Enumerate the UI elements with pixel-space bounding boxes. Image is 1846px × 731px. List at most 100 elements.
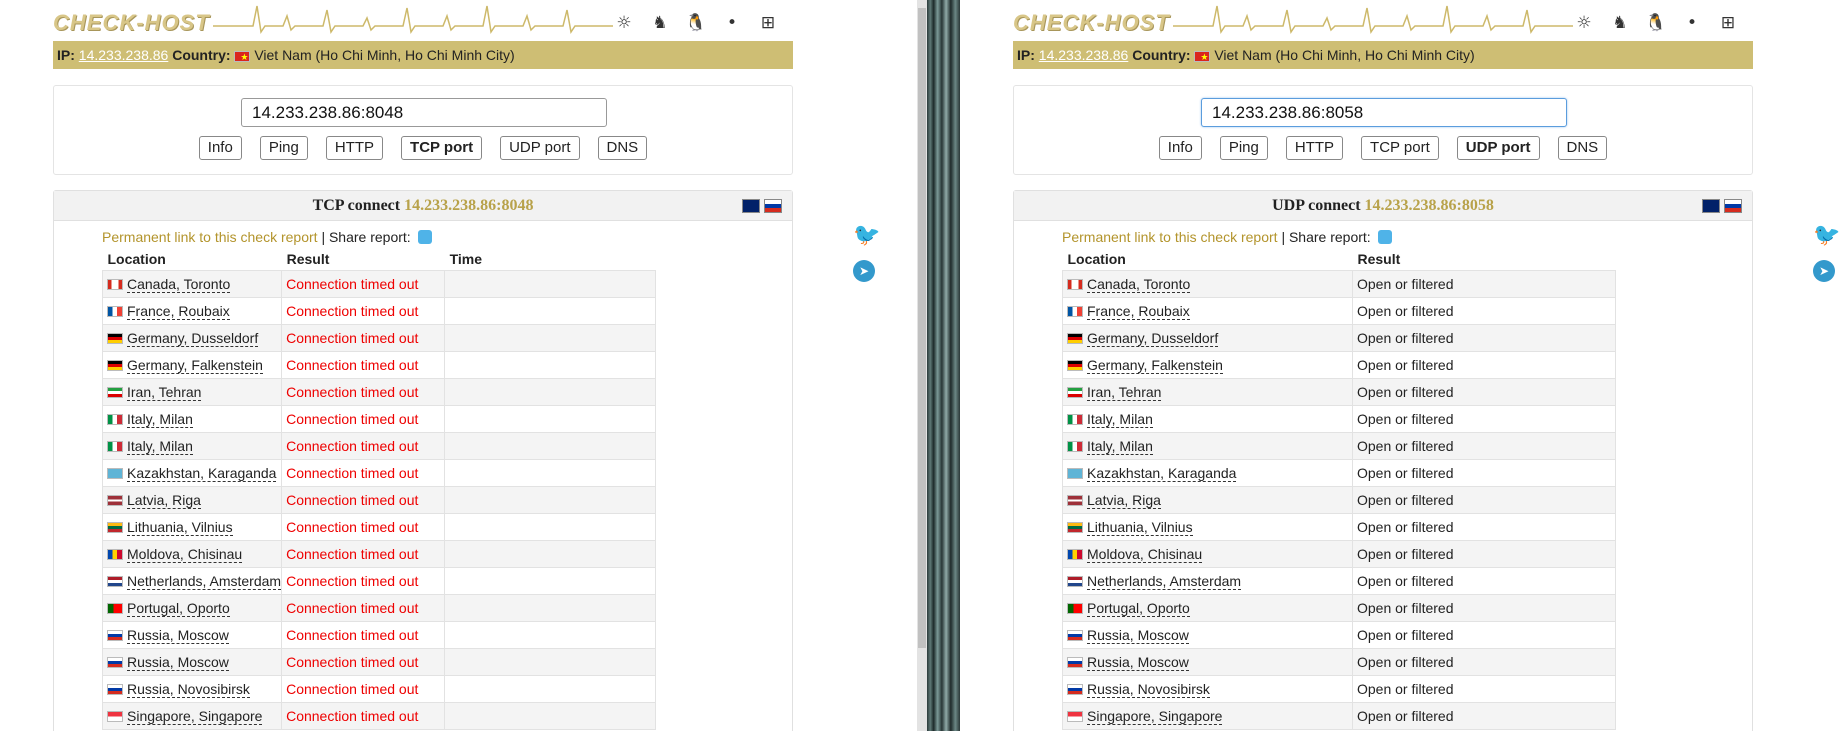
location-link[interactable]: France, Roubaix: [1087, 302, 1190, 320]
location-link[interactable]: Singapore, Singapore: [1087, 707, 1223, 725]
windows-icon[interactable]: ⊞: [1717, 12, 1739, 34]
location-link[interactable]: Italy, Milan: [127, 410, 193, 428]
http-button[interactable]: HTTP: [1285, 136, 1344, 160]
dns-button[interactable]: DNS: [597, 136, 648, 160]
telegram-icon[interactable]: ➤: [1813, 260, 1835, 282]
location-link[interactable]: Moldova, Chisinau: [1087, 545, 1203, 563]
twitter-icon[interactable]: 🐦: [853, 225, 880, 247]
column-header-location: Location: [107, 250, 166, 267]
english-flag-icon[interactable]: [1702, 199, 1720, 213]
pulse-line-decoration: [1173, 5, 1573, 35]
location-link[interactable]: Kazakhstan, Karaganda: [127, 464, 277, 482]
location-link[interactable]: Latvia, Riga: [1087, 491, 1161, 509]
ping-button[interactable]: Ping: [259, 136, 308, 160]
globe-icon[interactable]: ☼: [613, 12, 635, 34]
lv-flag-icon: [1067, 495, 1083, 507]
location-cell: Canada, Toronto: [101, 269, 283, 298]
tcp-port-button[interactable]: TCP port: [401, 136, 483, 160]
info-button[interactable]: Info: [198, 136, 242, 160]
location-link[interactable]: Germany, Dusseldorf: [127, 329, 259, 347]
udp-port-button[interactable]: UDP port: [500, 136, 580, 160]
location-link[interactable]: Canada, Toronto: [127, 275, 231, 293]
results-table: Location Result Time Canada, Toronto Connec…: [101, 248, 657, 730]
location-link[interactable]: Italy, Milan: [1087, 437, 1153, 455]
location-link[interactable]: Portugal, Oporto: [1087, 599, 1190, 617]
location-link[interactable]: Germany, Falkenstein: [1087, 356, 1223, 374]
location-link[interactable]: Italy, Milan: [1087, 410, 1153, 428]
location-cell: Russia, Novosibirsk: [1062, 674, 1353, 703]
http-button[interactable]: HTTP: [325, 136, 384, 160]
os-icons: ☼ ♞ 🐧 • ⊞: [1573, 12, 1739, 34]
globe-icon[interactable]: ☼: [1573, 12, 1595, 34]
telegram-icon[interactable]: ➤: [853, 260, 875, 282]
location-link[interactable]: Germany, Dusseldorf: [1087, 329, 1219, 347]
apple-icon[interactable]: •: [721, 12, 743, 34]
host-input[interactable]: 14.233.238.86:8048: [241, 98, 607, 127]
window-divider: [917, 0, 960, 731]
location-link[interactable]: Russia, Novosibirsk: [127, 680, 250, 698]
bird-icon[interactable]: ♞: [1609, 12, 1631, 34]
location-link[interactable]: Russia, Moscow: [1087, 653, 1189, 671]
apple-icon[interactable]: •: [1681, 12, 1703, 34]
dns-button[interactable]: DNS: [1557, 136, 1608, 160]
english-flag-icon[interactable]: [742, 199, 760, 213]
tcp-port-button[interactable]: TCP port: [1361, 136, 1439, 160]
russian-flag-icon[interactable]: [764, 199, 782, 213]
twitter-share-icon[interactable]: [417, 230, 432, 244]
permanent-link[interactable]: Permanent link to this check report: [1062, 229, 1278, 245]
time-cell: [444, 512, 657, 541]
russian-flag-icon[interactable]: [1724, 199, 1742, 213]
linux-icon[interactable]: 🐧: [1645, 12, 1667, 34]
linux-icon[interactable]: 🐧: [685, 12, 707, 34]
windows-icon[interactable]: ⊞: [757, 12, 779, 34]
scrollbar[interactable]: [917, 0, 927, 731]
table-row: Russia, Novosibirsk Open or filtered: [1062, 674, 1616, 703]
ip-link[interactable]: 14.233.238.86: [1039, 47, 1129, 63]
location-link[interactable]: Russia, Moscow: [127, 626, 229, 644]
location-link[interactable]: Singapore, Singapore: [127, 707, 263, 725]
location-link[interactable]: Russia, Moscow: [1087, 626, 1189, 644]
check-host-logo[interactable]: CHECK-HOST: [1013, 10, 1170, 36]
table-row: Singapore, Singapore Connection timed out: [101, 701, 657, 730]
location-link[interactable]: Netherlands, Amsterdam: [1087, 572, 1242, 590]
twitter-icon[interactable]: 🐦: [1813, 225, 1840, 247]
host-input[interactable]: 14.233.238.86:8058: [1201, 98, 1567, 127]
location-link[interactable]: Lithuania, Vilnius: [1087, 518, 1193, 536]
location-link[interactable]: France, Roubaix: [127, 302, 230, 320]
twitter-share-icon[interactable]: [1377, 230, 1392, 244]
result-cell: Connection timed out: [281, 350, 446, 379]
de-flag-icon: [1067, 360, 1083, 372]
location-link[interactable]: Portugal, Oporto: [127, 599, 230, 617]
permanent-link[interactable]: Permanent link to this check report: [102, 229, 318, 245]
location-link[interactable]: Iran, Tehran: [127, 383, 202, 401]
os-icons: ☼ ♞ 🐧 • ⊞: [613, 12, 779, 34]
location-link[interactable]: Russia, Moscow: [127, 653, 229, 671]
location-cell: Canada, Toronto: [1062, 269, 1353, 298]
results-table: Location Result Canada, Toronto Open or fi…: [1062, 248, 1616, 730]
ping-button[interactable]: Ping: [1219, 136, 1268, 160]
left-browser-pane: CHECK-HOST ☼ ♞ 🐧 • ⊞ IP: 14.233.238.86 Count…: [0, 0, 917, 731]
pt-flag-icon: [107, 603, 123, 615]
location-link[interactable]: Latvia, Riga: [127, 491, 201, 509]
location-link[interactable]: Russia, Novosibirsk: [1087, 680, 1210, 698]
table-row: Germany, Falkenstein Connection timed out: [101, 350, 657, 379]
location-link[interactable]: Kazakhstan, Karaganda: [1087, 464, 1237, 482]
location-link[interactable]: Germany, Falkenstein: [127, 356, 263, 374]
scrollbar-thumb[interactable]: [918, 8, 926, 648]
bird-icon[interactable]: ♞: [649, 12, 671, 34]
location-link[interactable]: Canada, Toronto: [1087, 275, 1191, 293]
location-link[interactable]: Moldova, Chisinau: [127, 545, 243, 563]
table-row: Latvia, Riga Connection timed out: [101, 485, 657, 514]
location-link[interactable]: Netherlands, Amsterdam: [127, 572, 282, 590]
ip-link[interactable]: 14.233.238.86: [79, 47, 169, 63]
location-link[interactable]: Italy, Milan: [127, 437, 193, 455]
table-row: Lithuania, Vilnius Open or filtered: [1062, 512, 1616, 541]
location-link[interactable]: Iran, Tehran: [1087, 383, 1162, 401]
vietnam-flag-icon: ★: [234, 50, 251, 62]
location-link[interactable]: Lithuania, Vilnius: [127, 518, 233, 536]
location-cell: Netherlands, Amsterdam: [101, 566, 283, 595]
time-cell: [444, 458, 657, 487]
udp-port-button[interactable]: UDP port: [1456, 136, 1540, 160]
check-host-logo[interactable]: CHECK-HOST: [53, 10, 210, 36]
info-button[interactable]: Info: [1158, 136, 1202, 160]
